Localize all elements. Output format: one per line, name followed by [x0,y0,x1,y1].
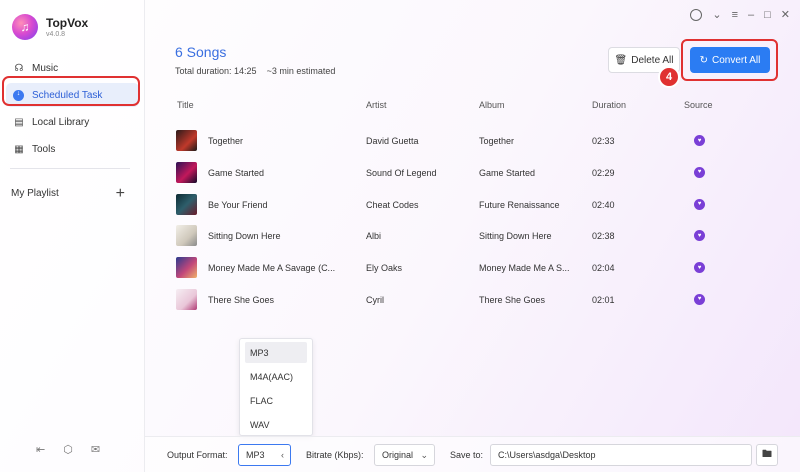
song-artist: Cyril [366,294,384,305]
delete-all-label: Delete All [631,54,674,66]
minimize-icon[interactable]: – [748,9,754,21]
song-duration: 02:29 [592,167,615,178]
chevron-left-icon: ‹ [281,450,284,460]
column-title[interactable]: Title [177,100,194,110]
album-art [176,225,197,247]
save-path-value: C:\Users\asdga\Desktop [498,450,596,460]
bitrate-label: Bitrate (Kbps): [306,450,364,460]
source-music-icon: ♥ [694,135,705,146]
table-row[interactable]: Be Your Friend Cheat Codes Future Renais… [0,189,800,221]
estimated-time: ~3 min estimated [266,66,336,76]
song-artist: Sound Of Legend [366,167,437,178]
chevron-down-icon: ⌄ [420,450,428,460]
user-avatar-icon[interactable] [690,8,703,21]
save-to-label: Save to: [450,450,484,460]
source-music-icon: ♥ [694,293,705,305]
bottom-settings-bar: Output Format: MP3 ‹ Bitrate (Kbps): Ori… [145,436,800,472]
bitrate-select[interactable]: Original ⌄ [374,444,435,466]
song-table: Together David Guetta Together 02:33 ♥ G… [0,125,800,316]
format-option-mp3[interactable]: MP3 [245,342,307,363]
song-duration: 02:38 [592,231,615,242]
song-title: Together [208,136,244,146]
table-header: Title Artist Album Duration Source [0,100,800,114]
source-music-icon: ♥ [694,198,705,210]
song-duration: 02:04 [592,263,615,274]
chevron-down-icon[interactable]: ⌄ [712,8,721,21]
table-row[interactable]: Sitting Down Here Albi Sitting Down Here… [0,220,800,252]
album-art [176,193,197,215]
source-music-icon: ♥ [694,166,705,178]
browse-folder-button[interactable]: 🖿 [756,444,778,466]
song-album: Future Renaissance [479,199,560,210]
maximize-icon[interactable]: □ [764,9,771,21]
duration-summary: Total duration: 14:25 ~3 min estimated [175,66,335,76]
table-row[interactable]: Money Made Me A Savage (C... Ely Oaks Mo… [0,252,800,284]
headphones-icon: ☊ [14,62,24,74]
song-album: Game Started [479,167,536,178]
bitrate-value: Original [382,450,414,460]
song-title: Be Your Friend [208,199,268,210]
song-duration: 02:40 [592,199,615,210]
source-music-icon: ♥ [694,230,705,242]
column-duration[interactable]: Duration [592,100,626,110]
step-number-badge: 4 [658,66,680,88]
output-format-select[interactable]: MP3 ‹ [238,444,291,466]
song-artist: Cheat Codes [366,199,419,210]
song-album: Together [479,136,515,146]
column-artist[interactable]: Artist [366,100,387,110]
output-format-value: MP3 [246,450,265,460]
column-source[interactable]: Source [684,100,713,110]
song-title: Money Made Me A Savage (C... [208,263,336,274]
song-artist: Albi [366,231,382,242]
table-row[interactable]: Together David Guetta Together 02:33 ♥ [0,125,800,157]
sidebar-footer: ⇤ ⬡ ✉ [36,443,100,456]
save-path-field[interactable]: C:\Users\asdga\Desktop [490,444,752,466]
menu-icon[interactable]: ≡ [732,9,738,21]
album-art [176,161,197,183]
album-art [176,130,197,151]
song-album: Sitting Down Here [479,231,552,242]
format-option-flac[interactable]: FLAC [245,390,307,411]
source-music-icon: ♥ [694,262,705,274]
close-icon[interactable]: ✕ [781,8,790,21]
album-art [176,257,197,279]
song-artist: Ely Oaks [366,263,403,274]
column-album[interactable]: Album [479,100,505,110]
output-format-dropdown: MP3 M4A(AAC) FLAC WAV [239,338,313,436]
trash-icon: 🗑 [614,54,628,66]
app-version: v4.0.8 [46,31,66,38]
song-title: Sitting Down Here [208,231,281,242]
settings-icon[interactable]: ⬡ [63,443,73,456]
page-title: 6 Songs [175,44,227,60]
brand: ♫ TopVox v4.0.8 [12,14,88,40]
song-title: There She Goes [208,294,275,305]
song-title: Game Started [208,167,265,178]
app-name: TopVox [46,16,89,30]
song-album: Money Made Me A S... [479,263,570,274]
collapse-sidebar-icon[interactable]: ⇤ [36,443,45,456]
album-art [176,288,197,310]
table-row[interactable]: There She Goes Cyril There She Goes 02:0… [0,284,800,316]
sidebar-item-label: Music [32,62,59,74]
output-format-label: Output Format: [167,450,228,460]
format-option-wav[interactable]: WAV [245,414,307,435]
folder-icon: 🖿 [762,448,772,460]
format-option-m4a[interactable]: M4A(AAC) [245,366,307,387]
song-duration: 02:01 [592,294,615,305]
window-controls: ⌄ ≡ – □ ✕ [690,8,790,21]
topvox-logo-icon: ♫ [12,14,38,40]
song-album: There She Goes [479,294,546,305]
mail-icon[interactable]: ✉ [91,443,100,456]
song-duration: 02:33 [592,136,615,146]
convert-all-highlight [681,39,778,81]
table-row[interactable]: Game Started Sound Of Legend Game Starte… [0,157,800,189]
song-artist: David Guetta [366,136,419,146]
total-duration: Total duration: 14:25 [175,66,257,76]
